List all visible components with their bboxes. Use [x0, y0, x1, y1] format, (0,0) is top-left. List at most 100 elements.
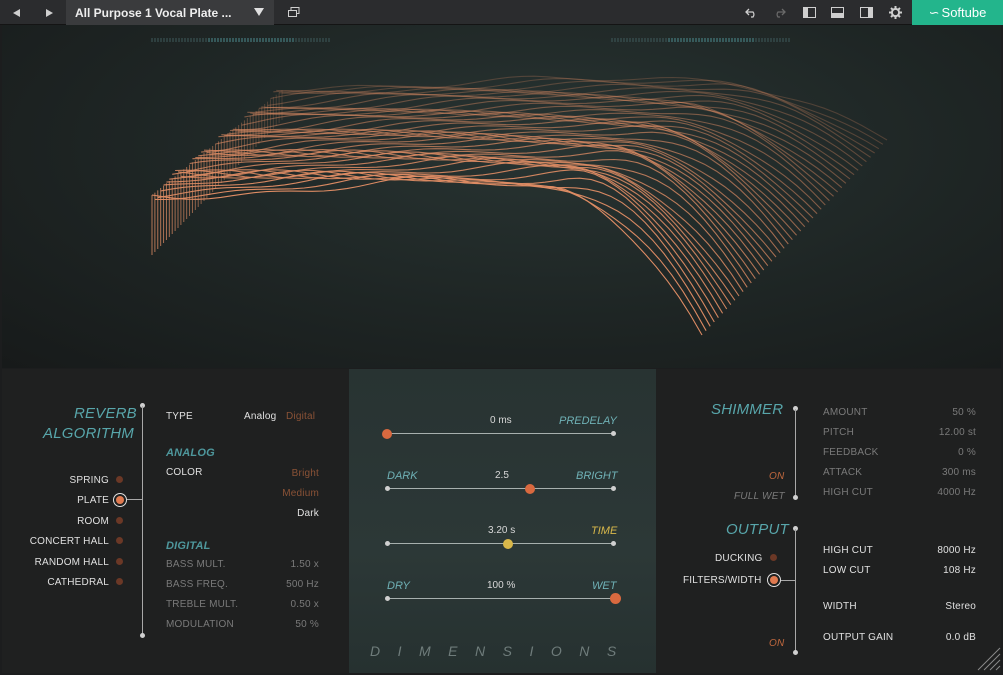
filters-width-label[interactable]: FILTERS/WIDTH: [683, 575, 762, 586]
brand-name: Softube: [941, 5, 987, 20]
tone-slider-track[interactable]: [387, 488, 615, 489]
shimmer-attack-label: ATTACK: [823, 467, 863, 478]
shimmer-feedback-value[interactable]: 0 %: [958, 447, 976, 458]
settings-button[interactable]: [883, 0, 907, 25]
output-on-toggle[interactable]: ON: [769, 638, 784, 649]
undo-icon: [744, 8, 755, 18]
algorithm-title-line2: ALGORITHM: [43, 425, 134, 442]
predelay-label: PREDELAY: [559, 415, 617, 427]
predelay-slider-handle[interactable]: [382, 429, 392, 439]
copy-window-button[interactable]: [282, 0, 306, 25]
ducking-label[interactable]: DUCKING: [715, 553, 763, 564]
preset-selector[interactable]: All Purpose 1 Vocal Plate ...: [66, 0, 274, 25]
slider-end: [611, 431, 616, 436]
time-slider-handle[interactable]: [502, 539, 513, 549]
algorithm-item-cathedral[interactable]: CATHEDRAL: [47, 577, 109, 588]
shimmer-amount-value[interactable]: 50 %: [952, 407, 976, 418]
bass-mult-value[interactable]: 1.50 x: [291, 559, 319, 570]
algorithm-item-spring[interactable]: SPRING: [69, 475, 109, 486]
digital-header: DIGITAL: [166, 540, 211, 552]
algorithm-cathedral-radio[interactable]: [116, 578, 123, 585]
modulation-value[interactable]: 50 %: [295, 619, 319, 630]
shimmer-on-toggle[interactable]: ON: [769, 471, 784, 482]
shimmer-amount-label: AMOUNT: [823, 407, 868, 418]
layout-left-button[interactable]: [797, 0, 821, 25]
output-high-cut-label: HIGH CUT: [823, 545, 873, 556]
width-value[interactable]: Stereo: [945, 601, 976, 612]
reverb-visualizer: [2, 25, 1001, 368]
mix-dry-label: DRY: [387, 580, 410, 592]
ducking-radio[interactable]: [770, 554, 777, 561]
gear-icon: [888, 6, 902, 19]
mix-value: 100 %: [487, 580, 516, 591]
connector-pin: [793, 650, 798, 655]
algorithm-random-hall-radio[interactable]: [116, 558, 123, 565]
bass-freq-value[interactable]: 500 Hz: [286, 579, 319, 590]
layout-bottom-button[interactable]: [825, 0, 849, 25]
type-option-analog[interactable]: Analog: [244, 411, 276, 422]
tone-left-label: DARK: [387, 470, 418, 482]
time-slider-track[interactable]: [387, 543, 615, 544]
previous-preset-button[interactable]: [4, 0, 30, 25]
type-label: TYPE: [166, 411, 193, 422]
triangle-left-icon: [13, 8, 20, 17]
connector-line: [781, 580, 795, 581]
treble-mult-label: TREBLE MULT.: [166, 599, 239, 610]
next-preset-button[interactable]: [36, 0, 62, 25]
connector-line: [142, 406, 143, 636]
triangle-right-icon: [46, 8, 53, 17]
algorithm-item-plate[interactable]: PLATE: [77, 495, 109, 506]
tone-slider-handle[interactable]: [524, 484, 535, 494]
shimmer-full-wet-toggle[interactable]: FULL WET: [734, 491, 785, 502]
mix-wet-label: WET: [592, 580, 617, 592]
algorithm-item-random-hall[interactable]: RANDOM HALL: [35, 557, 109, 568]
shimmer-output-panel: SHIMMER ON FULL WET AMOUNT 50 % PITCH 12…: [656, 369, 1001, 673]
reverb-waterfall-graphic: [151, 38, 888, 336]
shimmer-high-cut-label: HIGH CUT: [823, 487, 873, 498]
bass-mult-label: BASS MULT.: [166, 559, 226, 570]
top-toolbar: All Purpose 1 Vocal Plate ... ∽ Softube: [0, 0, 1003, 25]
shimmer-feedback-label: FEEDBACK: [823, 447, 879, 458]
filters-width-radio[interactable]: [767, 573, 781, 587]
shimmer-attack-value[interactable]: 300 ms: [942, 467, 976, 478]
mix-slider-handle[interactable]: [609, 593, 621, 604]
tone-value: 2.5: [495, 470, 509, 481]
color-option-dark[interactable]: Dark: [297, 508, 319, 519]
preset-name: All Purpose 1 Vocal Plate ...: [75, 6, 232, 20]
algorithm-item-room[interactable]: ROOM: [77, 516, 109, 527]
algorithm-room-radio[interactable]: [116, 517, 123, 524]
softube-brand-button[interactable]: ∽ Softube: [912, 0, 1003, 25]
undo-button[interactable]: [740, 0, 762, 25]
predelay-slider-track[interactable]: [387, 433, 615, 434]
redo-button[interactable]: [768, 0, 790, 25]
type-option-digital[interactable]: Digital: [286, 411, 315, 422]
color-option-medium[interactable]: Medium: [282, 488, 319, 499]
output-low-cut-value[interactable]: 108 Hz: [943, 565, 976, 576]
color-option-bright[interactable]: Bright: [292, 468, 319, 479]
mix-slider-track[interactable]: [387, 598, 615, 599]
resize-grip-icon[interactable]: [975, 645, 1001, 671]
algorithm-concert-hall-radio[interactable]: [116, 537, 123, 544]
slider-end: [385, 596, 390, 601]
panel-left-icon: [802, 7, 816, 18]
modulation-label: MODULATION: [166, 619, 234, 630]
output-gain-value[interactable]: 0.0 dB: [946, 632, 976, 643]
shimmer-pitch-value[interactable]: 12.00 st: [939, 427, 976, 438]
treble-mult-value[interactable]: 0.50 x: [291, 599, 319, 610]
shimmer-title: SHIMMER: [711, 401, 784, 418]
softube-logo-icon: ∽: [928, 4, 940, 20]
algorithm-spring-radio[interactable]: [116, 476, 123, 483]
layout-right-button[interactable]: [854, 0, 878, 25]
predelay-value: 0 ms: [490, 415, 512, 426]
chevron-down-icon[interactable]: [254, 7, 265, 19]
waterfall-line: [215, 129, 793, 241]
output-high-cut-value[interactable]: 8000 Hz: [937, 545, 976, 556]
shimmer-high-cut-value[interactable]: 4000 Hz: [937, 487, 976, 498]
waterfall-line: [198, 140, 769, 267]
time-value: 3.20 s: [488, 525, 516, 536]
bass-freq-label: BASS FREQ.: [166, 579, 229, 590]
copy-window-icon: [288, 7, 300, 17]
slider-end: [611, 541, 616, 546]
algorithm-plate-radio[interactable]: [113, 493, 127, 507]
algorithm-item-concert-hall[interactable]: CONCERT HALL: [30, 536, 109, 547]
